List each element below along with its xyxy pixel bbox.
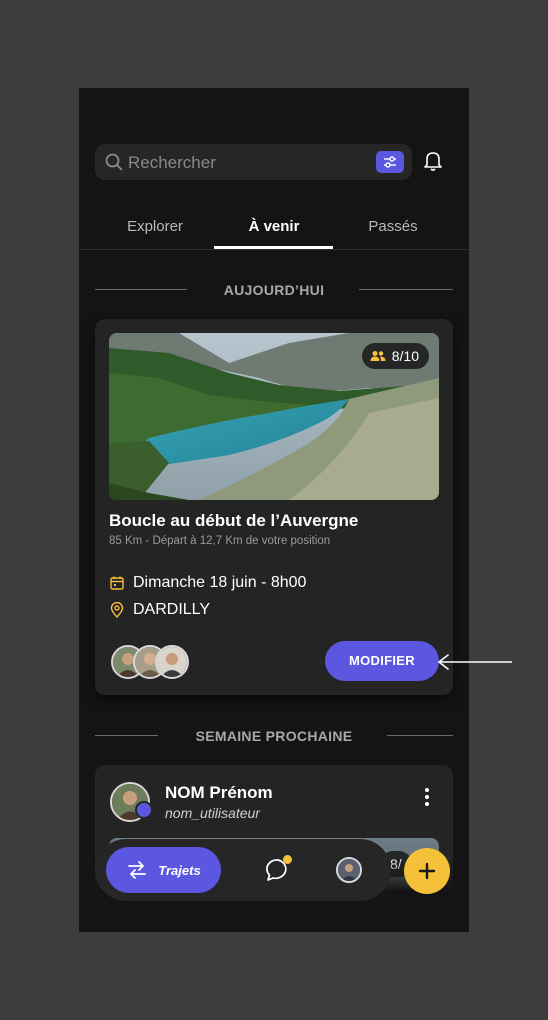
search-bar[interactable]: Rechercher [95,144,412,180]
search-icon [105,153,123,176]
app-screen: Rechercher Explorer À venir Passés AUJOU… [79,88,469,932]
trip-card[interactable]: 8/10 Boucle au début de l’Auvergne 85 Km… [95,319,453,695]
search-input[interactable]: Rechercher [128,153,216,173]
more-vertical-icon[interactable] [421,787,433,812]
active-tab-indicator [214,246,333,249]
tab-upcoming[interactable]: À venir [214,218,334,235]
notification-dot [283,855,292,864]
calendar-icon [110,576,124,590]
people-icon [370,351,386,361]
trip-date-row: Dimanche 18 juin - 8h00 [109,574,306,592]
user-handle: nom_utilisateur [165,805,260,821]
trip-image: 8/10 [109,333,439,500]
arrow-left-icon [436,652,514,677]
nav-trips-label: Trajets [158,862,201,878]
participants-badge: 8/10 [361,343,429,369]
swap-route-icon [128,861,147,879]
section-divider [359,289,453,290]
participants-count: 8/10 [391,348,419,364]
section-title-today: AUJOURD’HUI [223,282,325,298]
add-button[interactable] [404,848,450,894]
user-name: NOM Prénom [165,783,273,802]
trip-subtitle: 85 Km - Départ à 12,7 Km de votre positi… [109,535,331,547]
modify-button[interactable]: MODIFIER [325,641,439,681]
trip-title: Boucle au début de l’Auvergne [109,511,359,530]
tab-bar: Explorer À venir Passés [79,208,469,250]
bottom-nav: Trajets [95,839,391,901]
tab-past[interactable]: Passés [333,218,453,235]
section-title-next-week: SEMAINE PROCHAINE [195,728,353,744]
plus-icon [418,862,436,880]
filter-icon [384,156,396,168]
section-divider [387,735,453,736]
filter-button[interactable] [376,151,404,173]
nav-trips-button[interactable]: Trajets [106,847,221,893]
trip-location: DARDILLY [133,601,211,618]
avatar [155,645,189,679]
bell-icon[interactable] [423,150,443,177]
location-pin-icon [110,602,124,618]
trip-location-row: DARDILLY [109,601,210,619]
verified-badge-icon [135,801,153,819]
profile-avatar[interactable] [336,857,362,883]
tab-explorer[interactable]: Explorer [95,218,215,235]
trip-date: Dimanche 18 juin - 8h00 [133,574,307,591]
